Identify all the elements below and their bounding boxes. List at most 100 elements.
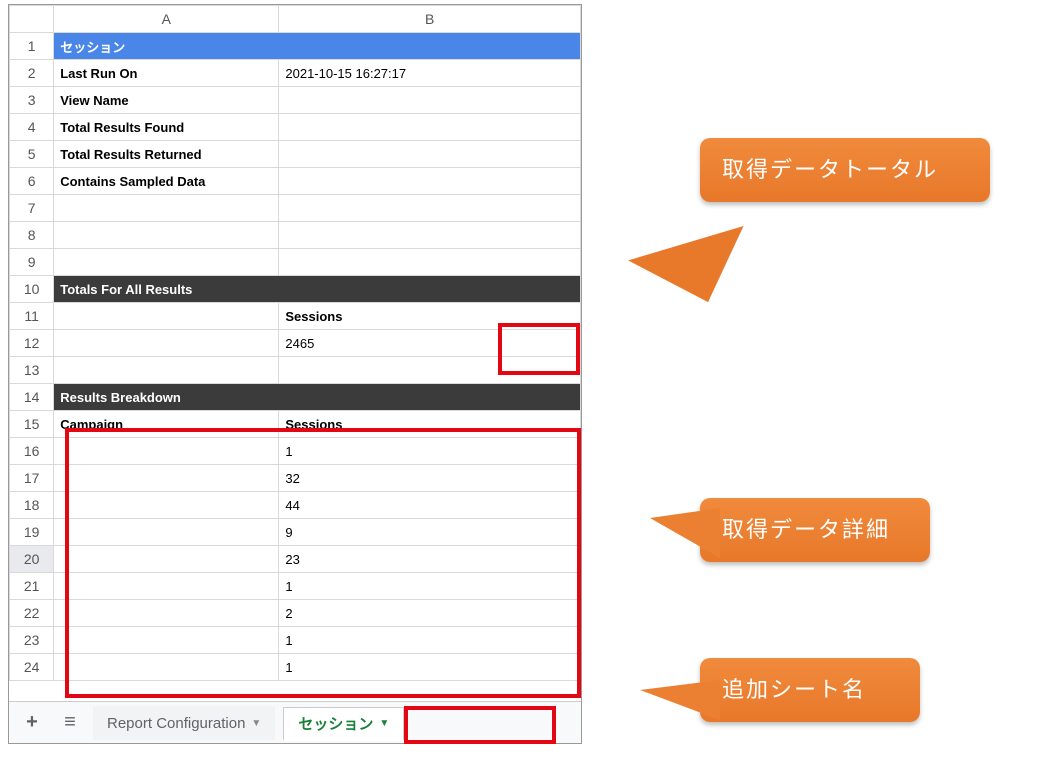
- cell[interactable]: 2: [279, 600, 581, 627]
- cell[interactable]: 9: [279, 519, 581, 546]
- row-header[interactable]: 3: [10, 87, 54, 114]
- cell[interactable]: [54, 627, 279, 654]
- row-header[interactable]: 4: [10, 114, 54, 141]
- cell[interactable]: [54, 519, 279, 546]
- table-row: 4Total Results Found: [10, 114, 581, 141]
- cell[interactable]: [54, 546, 279, 573]
- cell[interactable]: [54, 195, 279, 222]
- cell[interactable]: Contains Sampled Data: [54, 168, 279, 195]
- table-row: 13: [10, 357, 581, 384]
- cell[interactable]: [279, 222, 581, 249]
- cell[interactable]: Campaign: [54, 411, 279, 438]
- table-row: 21 1: [10, 573, 581, 600]
- cell[interactable]: 1: [279, 573, 581, 600]
- cell[interactable]: [54, 654, 279, 681]
- cell[interactable]: [54, 330, 279, 357]
- cell[interactable]: [279, 114, 581, 141]
- row-header[interactable]: 22: [10, 600, 54, 627]
- row-header[interactable]: 21: [10, 573, 54, 600]
- cell[interactable]: [279, 357, 581, 384]
- cell[interactable]: 1: [279, 627, 581, 654]
- row-header[interactable]: 8: [10, 222, 54, 249]
- row-header[interactable]: 6: [10, 168, 54, 195]
- cell[interactable]: [54, 492, 279, 519]
- cell[interactable]: Total Results Found: [54, 114, 279, 141]
- all-sheets-menu-button[interactable]: ≡: [55, 708, 85, 738]
- row-header[interactable]: 20: [10, 546, 54, 573]
- table-row: 1844: [10, 492, 581, 519]
- cell[interactable]: [54, 438, 279, 465]
- cell[interactable]: 32: [279, 465, 581, 492]
- cell[interactable]: Totals For All Results: [54, 276, 581, 303]
- row-header[interactable]: 12: [10, 330, 54, 357]
- sheet-tab-bar: + ≡ Report Configuration ▼ セッション ▼: [9, 701, 581, 743]
- sheet-tab-label: セッション: [298, 713, 373, 734]
- cell[interactable]: [279, 249, 581, 276]
- row-header[interactable]: 23: [10, 627, 54, 654]
- row-header[interactable]: 9: [10, 249, 54, 276]
- cell[interactable]: [279, 87, 581, 114]
- cell[interactable]: [54, 357, 279, 384]
- cell[interactable]: [279, 168, 581, 195]
- row-header[interactable]: 7: [10, 195, 54, 222]
- table-row: 19 9: [10, 519, 581, 546]
- table-row: 15CampaignSessions: [10, 411, 581, 438]
- row-header[interactable]: 16: [10, 438, 54, 465]
- grid-area[interactable]: A B 1セッション2Last Run On2021-10-15 16:27:1…: [9, 5, 581, 701]
- cell[interactable]: 1: [279, 438, 581, 465]
- row-header[interactable]: 15: [10, 411, 54, 438]
- cell[interactable]: 2021-10-15 16:27:17: [279, 60, 581, 87]
- row-header[interactable]: 18: [10, 492, 54, 519]
- cell[interactable]: 2465: [279, 330, 581, 357]
- table-row: 11 Sessions: [10, 303, 581, 330]
- table-row: 7: [10, 195, 581, 222]
- cell[interactable]: セッション: [54, 33, 581, 60]
- table-row: 16 1: [10, 438, 581, 465]
- select-all-corner[interactable]: [10, 6, 54, 33]
- row-header[interactable]: 2: [10, 60, 54, 87]
- cell[interactable]: [54, 249, 279, 276]
- table-row: 10Totals For All Results: [10, 276, 581, 303]
- row-header[interactable]: 1: [10, 33, 54, 60]
- cell[interactable]: [279, 141, 581, 168]
- table-row: 14Results Breakdown: [10, 384, 581, 411]
- row-header[interactable]: 13: [10, 357, 54, 384]
- cell[interactable]: Last Run On: [54, 60, 279, 87]
- sheet-tab-label: Report Configuration: [107, 715, 245, 732]
- column-header-A[interactable]: A: [54, 6, 279, 33]
- row-header[interactable]: 11: [10, 303, 54, 330]
- table-row: 2Last Run On2021-10-15 16:27:17: [10, 60, 581, 87]
- sheet-tab-report-configuration[interactable]: Report Configuration ▼: [93, 706, 275, 740]
- cell[interactable]: Sessions: [279, 411, 581, 438]
- cell[interactable]: 1: [279, 654, 581, 681]
- cell[interactable]: Sessions: [279, 303, 581, 330]
- cell[interactable]: 23: [279, 546, 581, 573]
- cell[interactable]: 44: [279, 492, 581, 519]
- cell[interactable]: [54, 222, 279, 249]
- cell[interactable]: [54, 465, 279, 492]
- cell[interactable]: [54, 303, 279, 330]
- row-header[interactable]: 24: [10, 654, 54, 681]
- cell[interactable]: Total Results Returned: [54, 141, 279, 168]
- row-header[interactable]: 5: [10, 141, 54, 168]
- row-header[interactable]: 19: [10, 519, 54, 546]
- table-row: 9: [10, 249, 581, 276]
- chevron-down-icon: ▼: [379, 718, 389, 729]
- row-header[interactable]: 17: [10, 465, 54, 492]
- row-header[interactable]: 10: [10, 276, 54, 303]
- table-row: 1732: [10, 465, 581, 492]
- table-row: 6Contains Sampled Data: [10, 168, 581, 195]
- table-row: 3View Name: [10, 87, 581, 114]
- add-sheet-button[interactable]: +: [17, 708, 47, 738]
- callout-tabname: 追加シート名: [700, 658, 920, 722]
- column-header-B[interactable]: B: [279, 6, 581, 33]
- cell[interactable]: View Name: [54, 87, 279, 114]
- cell[interactable]: [54, 600, 279, 627]
- row-header[interactable]: 14: [10, 384, 54, 411]
- table-row: 222: [10, 600, 581, 627]
- cell[interactable]: [279, 195, 581, 222]
- cell[interactable]: Results Breakdown: [54, 384, 581, 411]
- sheet-tab-session[interactable]: セッション ▼: [283, 707, 404, 741]
- chevron-down-icon: ▼: [251, 718, 261, 729]
- cell[interactable]: [54, 573, 279, 600]
